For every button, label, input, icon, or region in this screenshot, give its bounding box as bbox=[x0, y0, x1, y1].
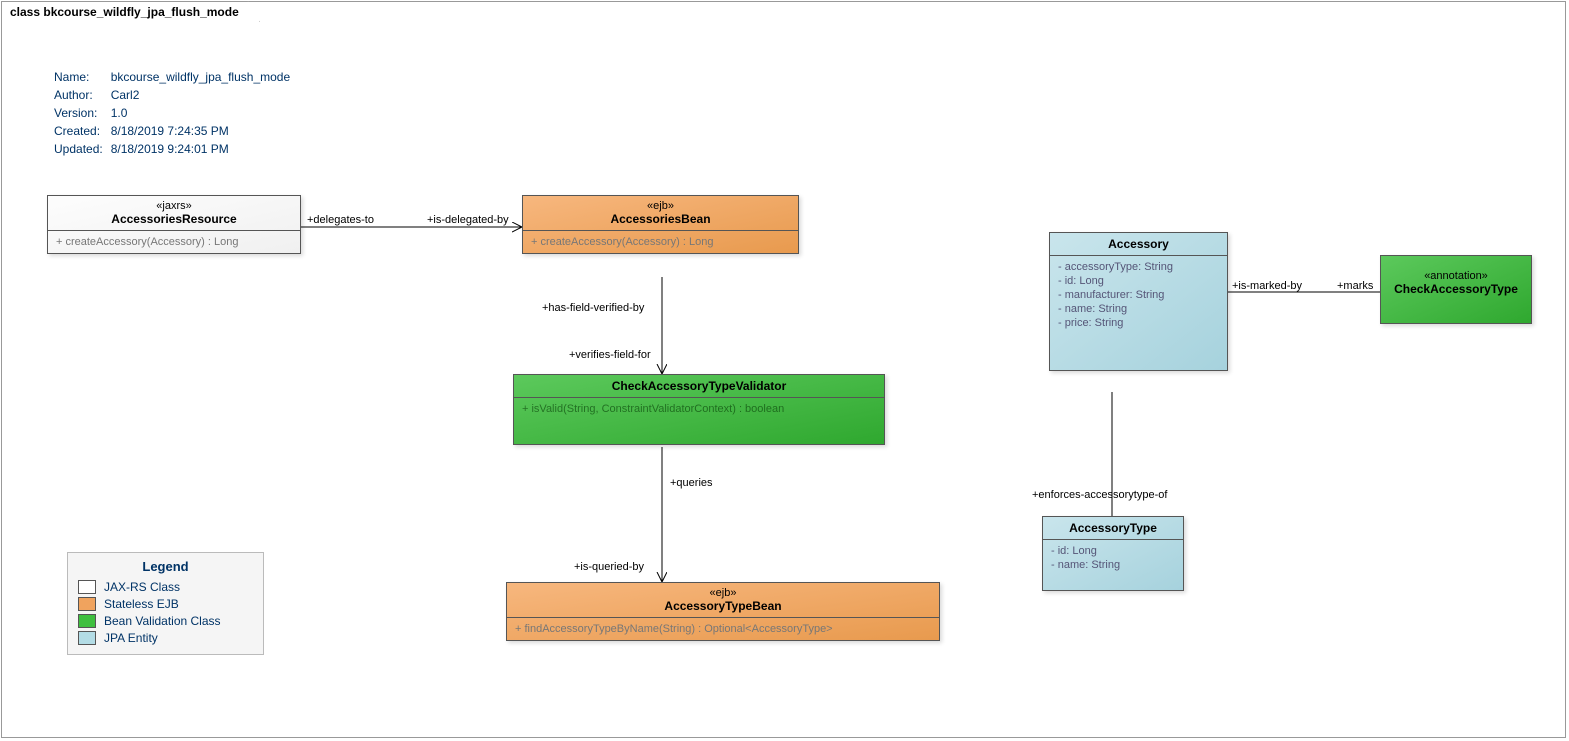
meta-key-updated: Updated: bbox=[54, 141, 109, 157]
attribute: - accessoryType: String bbox=[1058, 260, 1219, 274]
meta-key-author: Author: bbox=[54, 87, 109, 103]
class-accessory-type[interactable]: AccessoryType - id: Long - name: String bbox=[1042, 516, 1184, 591]
class-accessories-resource[interactable]: «jaxrs» AccessoriesResource + createAcce… bbox=[47, 195, 301, 254]
diagram-frame: class bkcourse_wildfly_jpa_flush_mode Na… bbox=[1, 1, 1566, 738]
label-is-marked-by: +is-marked-by bbox=[1232, 280, 1302, 292]
stereotype: «ejb» bbox=[529, 200, 792, 212]
label-is-queried-by: +is-queried-by bbox=[574, 561, 644, 573]
label-has-field-verified-by: +has-field-verified-by bbox=[542, 302, 644, 314]
diagram-metadata: Name:bkcourse_wildfly_jpa_flush_mode Aut… bbox=[52, 67, 298, 159]
operation: + createAccessory(Accessory) : Long bbox=[531, 235, 790, 249]
meta-key-name: Name: bbox=[54, 69, 109, 85]
class-accessories-bean[interactable]: «ejb» AccessoriesBean + createAccessory(… bbox=[522, 195, 799, 254]
meta-val-created: 8/18/2019 7:24:35 PM bbox=[111, 123, 296, 139]
meta-val-name: bkcourse_wildfly_jpa_flush_mode bbox=[111, 69, 296, 85]
class-accessory[interactable]: Accessory - accessoryType: String - id: … bbox=[1049, 232, 1228, 371]
legend: Legend JAX-RS Class Stateless EJB Bean V… bbox=[67, 552, 264, 655]
attribute: - price: String bbox=[1058, 316, 1219, 330]
legend-title: Legend bbox=[78, 559, 253, 574]
legend-row-ejb: Stateless EJB bbox=[78, 597, 253, 611]
swatch-icon bbox=[78, 580, 96, 594]
legend-label: Bean Validation Class bbox=[104, 614, 221, 628]
class-name: AccessoriesBean bbox=[529, 212, 792, 226]
meta-val-updated: 8/18/2019 9:24:01 PM bbox=[111, 141, 296, 157]
swatch-icon bbox=[78, 597, 96, 611]
operation: + isValid(String, ConstraintValidatorCon… bbox=[522, 402, 876, 416]
label-marks: +marks bbox=[1337, 280, 1373, 292]
legend-row-entity: JPA Entity bbox=[78, 631, 253, 645]
class-accessory-type-bean[interactable]: «ejb» AccessoryTypeBean + findAccessoryT… bbox=[506, 582, 940, 641]
operation: + createAccessory(Accessory) : Long bbox=[56, 235, 292, 249]
meta-val-version: 1.0 bbox=[111, 105, 296, 121]
meta-key-created: Created: bbox=[54, 123, 109, 139]
attribute: - name: String bbox=[1051, 558, 1175, 572]
label-verifies-field-for: +verifies-field-for bbox=[569, 349, 651, 361]
attribute: - id: Long bbox=[1051, 544, 1175, 558]
class-name: AccessoryTypeBean bbox=[513, 599, 933, 613]
class-name: Accessory bbox=[1056, 237, 1221, 251]
legend-label: JPA Entity bbox=[104, 631, 158, 645]
annotation-check-accessory-type[interactable]: «annotation» CheckAccessoryType bbox=[1380, 255, 1532, 324]
legend-label: JAX-RS Class bbox=[104, 580, 180, 594]
stereotype: «ejb» bbox=[513, 587, 933, 599]
class-check-accessory-type-validator[interactable]: CheckAccessoryTypeValidator + isValid(St… bbox=[513, 374, 885, 445]
attribute: - id: Long bbox=[1058, 274, 1219, 288]
label-is-delegated-by: +is-delegated-by bbox=[427, 214, 509, 226]
meta-val-author: Carl2 bbox=[111, 87, 296, 103]
stereotype: «jaxrs» bbox=[54, 200, 294, 212]
legend-row-jaxrs: JAX-RS Class bbox=[78, 580, 253, 594]
annotation-name: CheckAccessoryType bbox=[1387, 282, 1525, 296]
stereotype: «annotation» bbox=[1387, 270, 1525, 282]
legend-row-validation: Bean Validation Class bbox=[78, 614, 253, 628]
class-name: CheckAccessoryTypeValidator bbox=[520, 379, 878, 393]
swatch-icon bbox=[78, 614, 96, 628]
attribute: - manufacturer: String bbox=[1058, 288, 1219, 302]
meta-key-version: Version: bbox=[54, 105, 109, 121]
class-name: AccessoryType bbox=[1049, 521, 1177, 535]
label-delegates-to: +delegates-to bbox=[307, 214, 374, 226]
label-queries: +queries bbox=[670, 477, 713, 489]
diagram-title-tab: class bkcourse_wildfly_jpa_flush_mode bbox=[1, 1, 260, 22]
legend-label: Stateless EJB bbox=[104, 597, 179, 611]
operation: + findAccessoryTypeByName(String) : Opti… bbox=[515, 622, 931, 636]
class-name: AccessoriesResource bbox=[54, 212, 294, 226]
attribute: - name: String bbox=[1058, 302, 1219, 316]
swatch-icon bbox=[78, 631, 96, 645]
label-enforces: +enforces-accessorytype-of bbox=[1032, 489, 1167, 501]
